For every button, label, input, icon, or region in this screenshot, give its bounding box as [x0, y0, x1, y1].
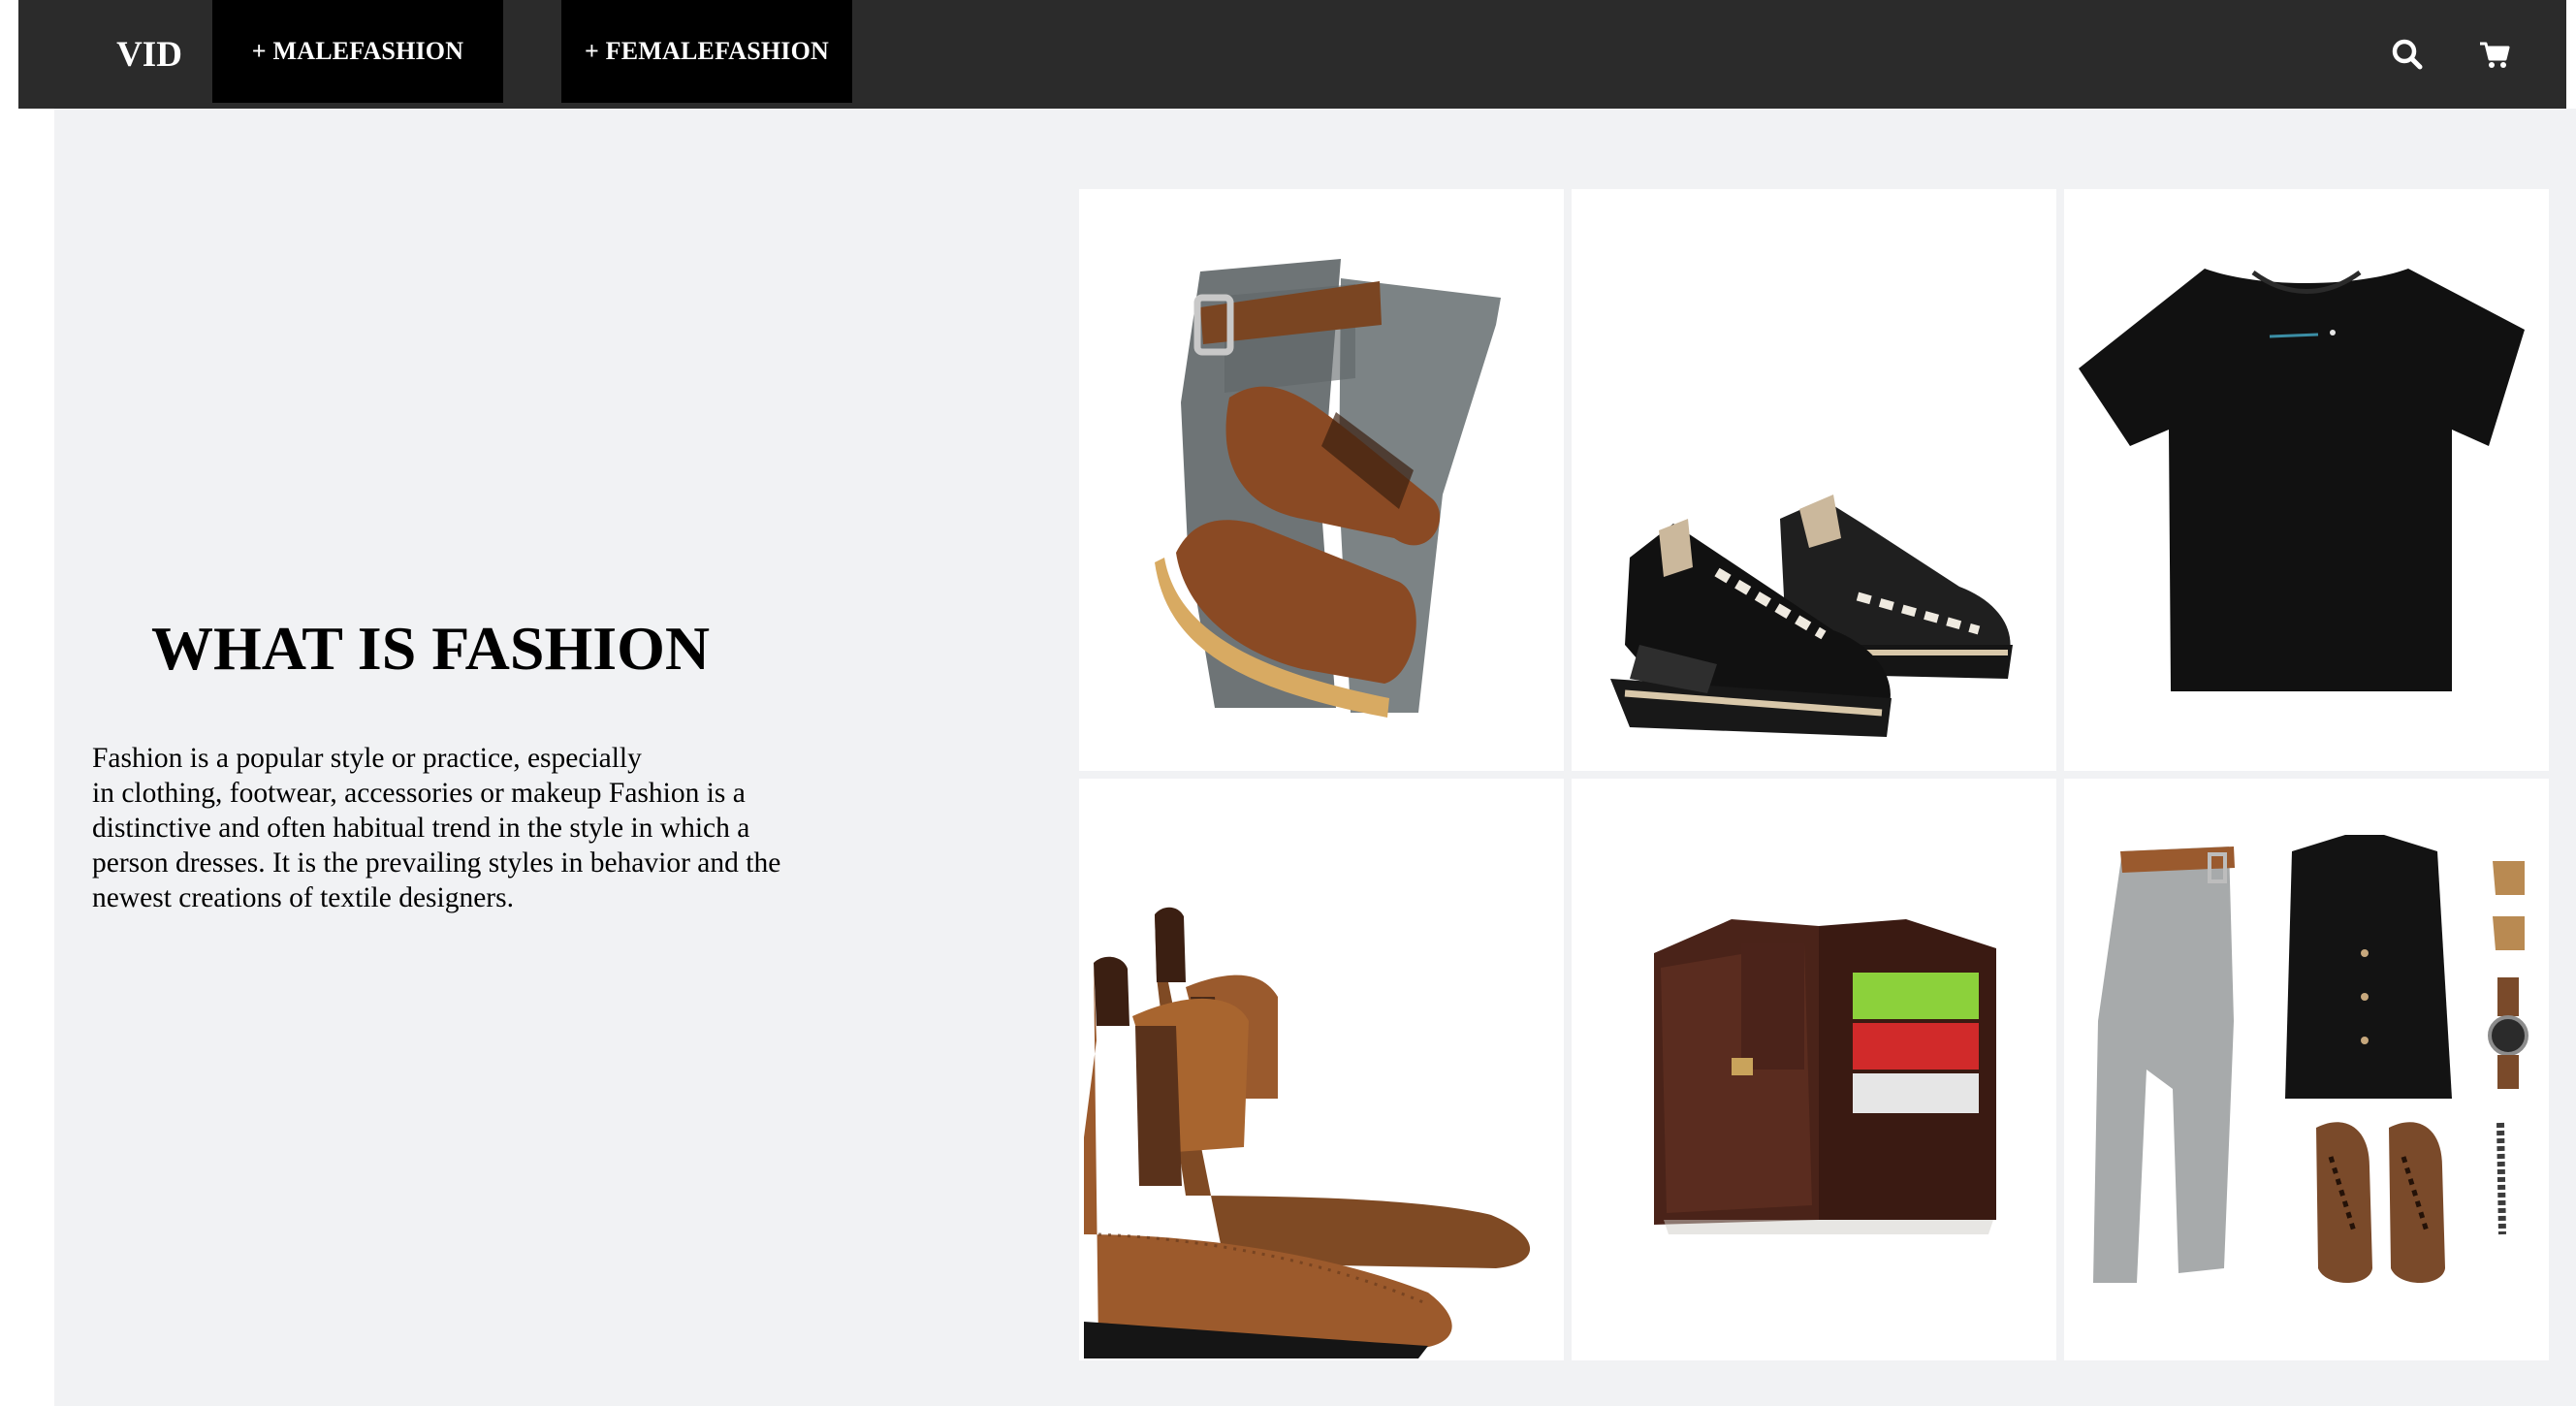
female-fashion-button[interactable]: + FEMALEFASHION: [561, 0, 852, 103]
leather-wallet-image[interactable]: [1572, 779, 2056, 1360]
description-line: person dresses. It is the prevailing sty…: [92, 847, 781, 879]
search-icon[interactable]: [2386, 33, 2429, 76]
black-tshirt-image[interactable]: [2064, 189, 2549, 771]
description-line: newest creations of textile designers.: [92, 882, 514, 913]
main-content: WHAT IS FASHION Fashion is a popular sty…: [54, 109, 2576, 1406]
cart-icon[interactable]: [2473, 33, 2516, 76]
jeans-belt-boots-image[interactable]: [1079, 189, 1564, 771]
chelsea-boots-image[interactable]: [1079, 779, 1564, 1360]
description-line: distinctive and often habitual trend in …: [92, 813, 750, 844]
description-line: in clothing, footwear, accessories or ma…: [92, 778, 746, 809]
page-title: WHAT IS FASHION: [151, 614, 711, 683]
brand-logo[interactable]: VID: [96, 0, 203, 109]
fashion-description: Fashion is a popular style or practice, …: [92, 741, 897, 915]
description-line: Fashion is a popular style or practice, …: [92, 743, 642, 774]
top-navbar: VID + MALEFASHION + FEMALEFASHION: [18, 0, 2566, 109]
black-sneakers-image[interactable]: [1572, 189, 2056, 771]
outfit-flatlay-image[interactable]: [2064, 779, 2549, 1360]
male-fashion-button[interactable]: + MALEFASHION: [212, 0, 503, 103]
